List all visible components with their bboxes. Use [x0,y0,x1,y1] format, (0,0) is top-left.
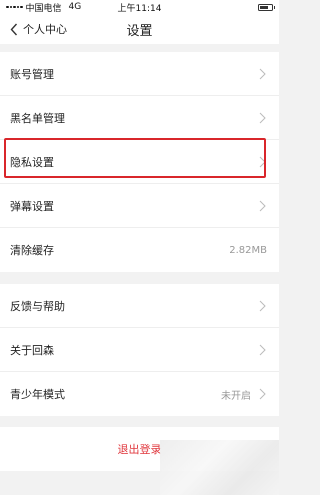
row-clear-cache[interactable]: 清除缓存 2.82MB [0,228,279,272]
row-label: 弹幕设置 [10,199,54,213]
status-right [258,3,275,11]
chevron-right-icon [259,388,266,400]
row-teen-mode[interactable]: 青少年模式 未开启 [0,372,279,416]
teen-mode-status: 未开启 [221,390,251,402]
row-label: 青少年模式 [10,388,65,401]
chevron-right-icon [259,344,266,355]
status-time: 上午11:14 [117,3,162,14]
row-blacklist-management[interactable]: 黑名单管理 [0,96,279,140]
row-label: 账号管理 [10,67,54,81]
chevron-right-icon [259,300,266,311]
chevron-right-icon [259,68,266,79]
row-danmaku-settings[interactable]: 弹幕设置 [0,184,279,228]
row-account-management[interactable]: 账号管理 [0,52,279,96]
row-label: 黑名单管理 [10,111,65,125]
chevron-right-icon [259,112,266,123]
cache-size-value: 2.82MB [229,244,267,256]
logout-label: 退出登录 [117,443,162,456]
back-label: 个人中心 [23,23,67,36]
back-button[interactable]: 个人中心 [0,21,67,37]
battery-icon [258,3,275,11]
nav-bar: 个人中心 设置 [0,14,279,44]
status-bar: 中国电信 4G 上午11:14 [0,0,279,14]
section-gap [0,44,279,52]
row-label: 关于回森 [10,343,54,357]
chevron-left-icon [10,23,18,35]
highlight-box [4,138,266,178]
chevron-right-icon [259,200,266,211]
row-feedback-help[interactable]: 反馈与帮助 [0,284,279,328]
watermark-blur [160,440,279,495]
settings-group-2: 反馈与帮助 关于回森 青少年模式 未开启 [0,284,279,416]
row-label: 反馈与帮助 [10,299,65,313]
row-about[interactable]: 关于回森 [0,328,279,372]
row-label: 清除缓存 [10,244,54,257]
section-gap [0,272,279,284]
